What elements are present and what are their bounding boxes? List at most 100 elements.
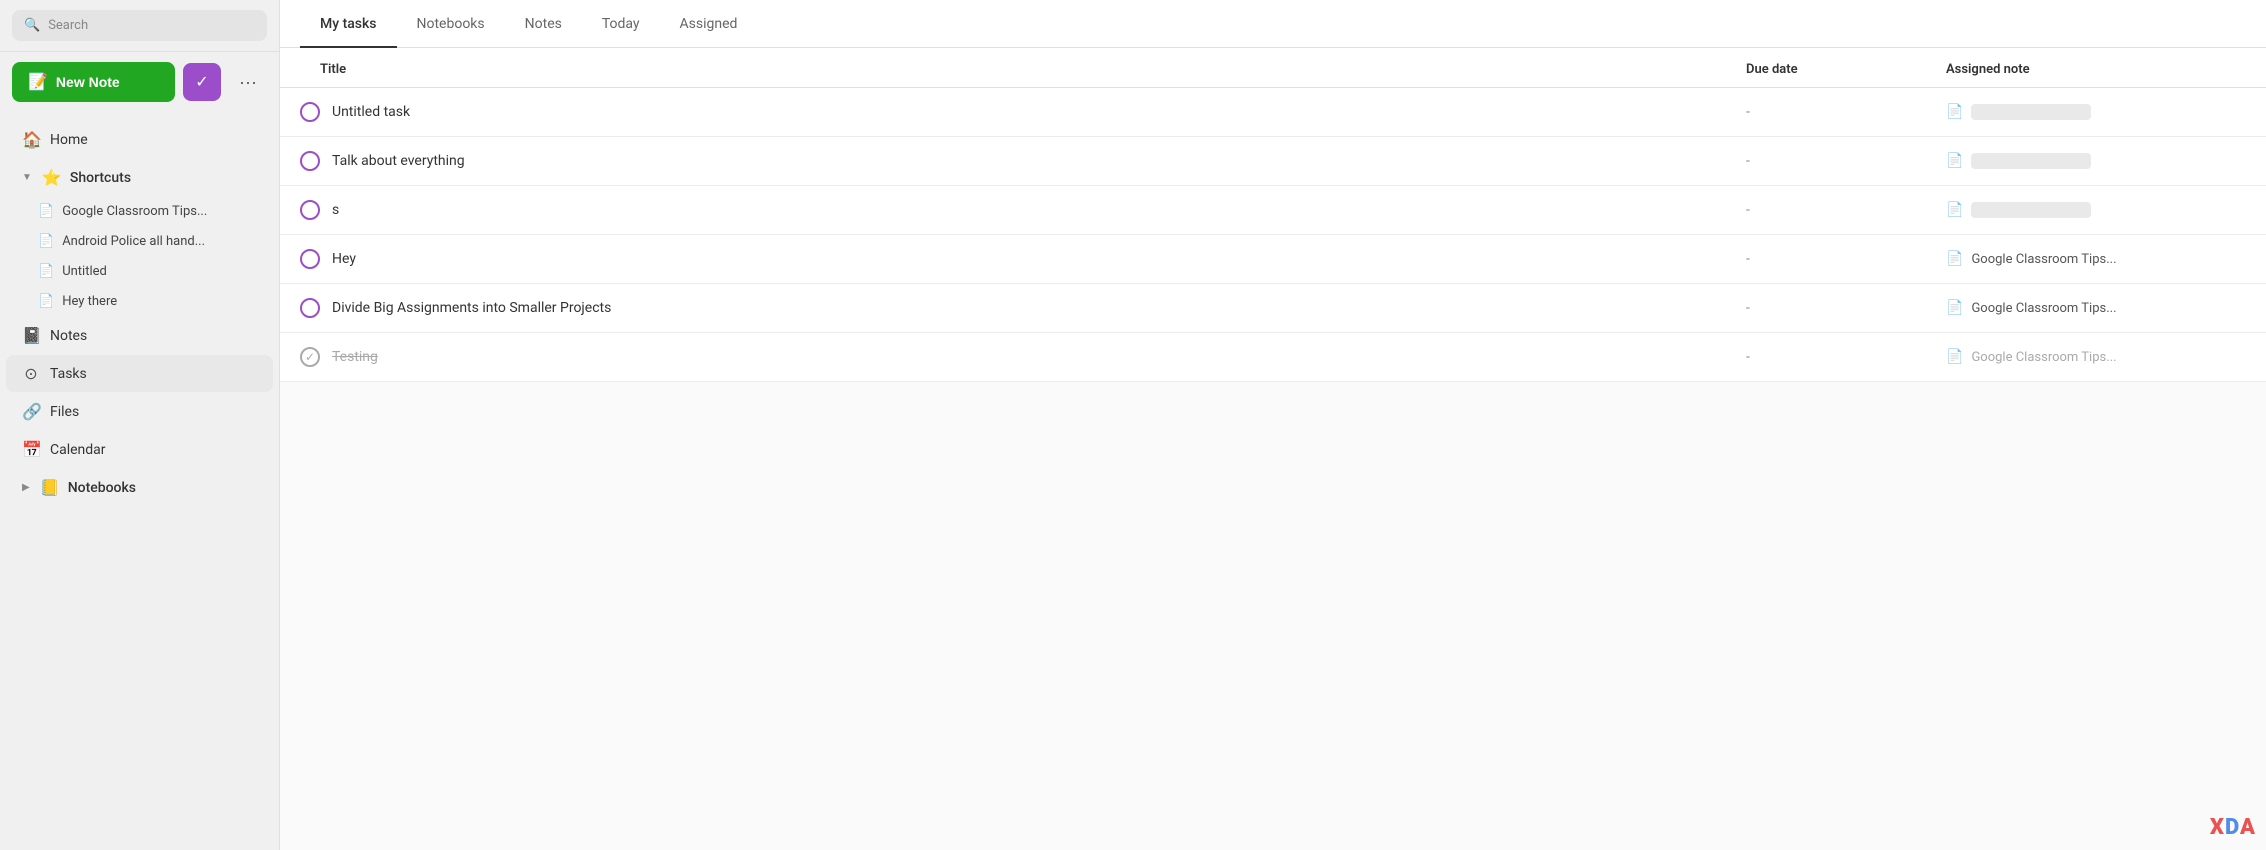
tasks-nav-icon: ⊙ (22, 364, 40, 383)
tabs-bar: My tasks Notebooks Notes Today Assigned (280, 0, 2266, 48)
shortcut-google-classroom[interactable]: 📄 Google Classroom Tips... (22, 197, 273, 226)
sidebar-item-home[interactable]: 🏠 Home (6, 121, 273, 158)
task-due-date: - (1746, 349, 1946, 365)
task-due-date: - (1746, 153, 1946, 169)
table-row[interactable]: Untitled task - 📄 (280, 88, 2266, 137)
sidebar-item-shortcuts[interactable]: ▼ ⭐ Shortcuts (6, 159, 273, 196)
note-icon: 📄 (38, 234, 54, 249)
table-row[interactable]: Talk about everything - 📄 (280, 137, 2266, 186)
task-assigned: 📄 (1946, 104, 2246, 120)
task-assigned: 📄 (1946, 202, 2246, 218)
table-row[interactable]: s - 📄 (280, 186, 2266, 235)
task-title: Hey (332, 251, 356, 267)
task-title-cell: Talk about everything (300, 151, 1746, 171)
tasks-icon-button[interactable]: ✓ (183, 63, 221, 101)
sidebar: 🔍 Search 📝 New Note ✓ ··· 🏠 Home ▼ ⭐ Sho… (0, 0, 280, 850)
sidebar-item-shortcuts-label: Shortcuts (70, 170, 131, 186)
chevron-right-icon: ▶ (22, 482, 30, 493)
task-due-date: - (1746, 104, 1946, 120)
shortcut-android-police[interactable]: 📄 Android Police all hand... (22, 227, 273, 256)
sidebar-item-tasks-label: Tasks (50, 366, 87, 382)
task-title-cell: ✓ Testing (300, 347, 1746, 367)
shortcuts-children: 📄 Google Classroom Tips... 📄 Android Pol… (0, 197, 279, 316)
tab-assigned[interactable]: Assigned (660, 0, 758, 48)
notes-icon: 📓 (22, 326, 40, 345)
assigned-note-icon: 📄 (1946, 251, 1963, 267)
shortcut-untitled-label: Untitled (62, 264, 107, 279)
sidebar-item-notes[interactable]: 📓 Notes (6, 317, 273, 354)
sidebar-item-files-label: Files (50, 404, 79, 420)
table-row[interactable]: Hey - 📄 Google Classroom Tips... (280, 235, 2266, 284)
more-button[interactable]: ··· (229, 63, 267, 101)
assigned-note-blur (1971, 153, 2091, 169)
note-icon: 📄 (38, 204, 54, 219)
task-due-date: - (1746, 300, 1946, 316)
tab-notes[interactable]: Notes (505, 0, 582, 48)
table-header: Title Due date Assigned note (280, 48, 2266, 88)
table-row[interactable]: ✓ Testing - 📄 Google Classroom Tips... (280, 333, 2266, 382)
tasks-icon: ✓ (195, 72, 208, 92)
shortcut-hey-there[interactable]: 📄 Hey there (22, 287, 273, 316)
task-title-cell: Untitled task (300, 102, 1746, 122)
new-note-label: New Note (56, 74, 120, 90)
sidebar-nav: 🏠 Home ▼ ⭐ Shortcuts 📄 Google Classroom … (0, 112, 279, 850)
table-area: Title Due date Assigned note Untitled ta… (280, 48, 2266, 850)
assigned-note-icon: 📄 (1946, 300, 1963, 316)
sidebar-item-notebooks-label: Notebooks (68, 480, 136, 496)
search-area: 🔍 Search (0, 0, 279, 52)
table-row[interactable]: Divide Big Assignments into Smaller Proj… (280, 284, 2266, 333)
sidebar-item-tasks[interactable]: ⊙ Tasks (6, 355, 273, 392)
task-due-date: - (1746, 251, 1946, 267)
files-icon: 🔗 (22, 402, 40, 421)
calendar-icon: 📅 (22, 440, 40, 459)
sidebar-item-notebooks[interactable]: ▶ 📒 Notebooks (6, 469, 273, 506)
tab-my-tasks[interactable]: My tasks (300, 0, 397, 48)
chevron-down-icon: ▼ (22, 172, 32, 183)
tab-notebooks[interactable]: Notebooks (397, 0, 505, 48)
main-content: My tasks Notebooks Notes Today Assigned … (280, 0, 2266, 850)
col-due-date: Due date (1746, 62, 1946, 77)
col-title: Title (320, 62, 1746, 77)
assigned-note-icon: 📄 (1946, 349, 1963, 365)
sidebar-actions: 📝 New Note ✓ ··· (0, 52, 279, 112)
assigned-note-icon: 📄 (1946, 202, 1963, 218)
assigned-note-text: Google Classroom Tips... (1971, 252, 2116, 267)
task-title: Talk about everything (332, 153, 465, 169)
task-checkbox[interactable] (300, 151, 320, 171)
assigned-note-text: Google Classroom Tips... (1971, 301, 2116, 316)
task-due-date: - (1746, 202, 1946, 218)
sidebar-item-files[interactable]: 🔗 Files (6, 393, 273, 430)
search-icon: 🔍 (24, 18, 40, 33)
note-icon: 📄 (38, 294, 54, 309)
task-checkbox[interactable] (300, 200, 320, 220)
assigned-note-blur (1971, 104, 2091, 120)
task-title-cell: s (300, 200, 1746, 220)
task-checkbox[interactable] (300, 298, 320, 318)
task-checkbox[interactable] (300, 102, 320, 122)
task-checkbox[interactable] (300, 249, 320, 269)
assigned-note-icon: 📄 (1946, 153, 1963, 169)
sidebar-item-notes-label: Notes (50, 328, 87, 344)
task-assigned: 📄 Google Classroom Tips... (1946, 251, 2246, 267)
sidebar-item-calendar[interactable]: 📅 Calendar (6, 431, 273, 468)
home-icon: 🏠 (22, 130, 40, 149)
tab-today[interactable]: Today (582, 0, 660, 48)
assigned-note-text: Google Classroom Tips... (1971, 350, 2116, 365)
task-title-cell: Divide Big Assignments into Smaller Proj… (300, 298, 1746, 318)
notebooks-icon: 📒 (40, 478, 58, 497)
col-assigned-note: Assigned note (1946, 62, 2246, 77)
search-label: Search (48, 18, 88, 33)
search-box[interactable]: 🔍 Search (12, 10, 267, 41)
assigned-note-icon: 📄 (1946, 104, 1963, 120)
task-assigned: 📄 (1946, 153, 2246, 169)
new-note-button[interactable]: 📝 New Note (12, 62, 175, 102)
shortcut-hey-there-label: Hey there (62, 294, 117, 309)
task-title: Untitled task (332, 104, 410, 120)
task-assigned: 📄 Google Classroom Tips... (1946, 300, 2246, 316)
shortcut-untitled[interactable]: 📄 Untitled (22, 257, 273, 286)
task-assigned: 📄 Google Classroom Tips... (1946, 349, 2246, 365)
task-checkbox-completed[interactable]: ✓ (300, 347, 320, 367)
new-note-icon: 📝 (28, 72, 48, 92)
shortcut-google-classroom-label: Google Classroom Tips... (62, 204, 207, 219)
shortcut-android-police-label: Android Police all hand... (62, 234, 205, 249)
